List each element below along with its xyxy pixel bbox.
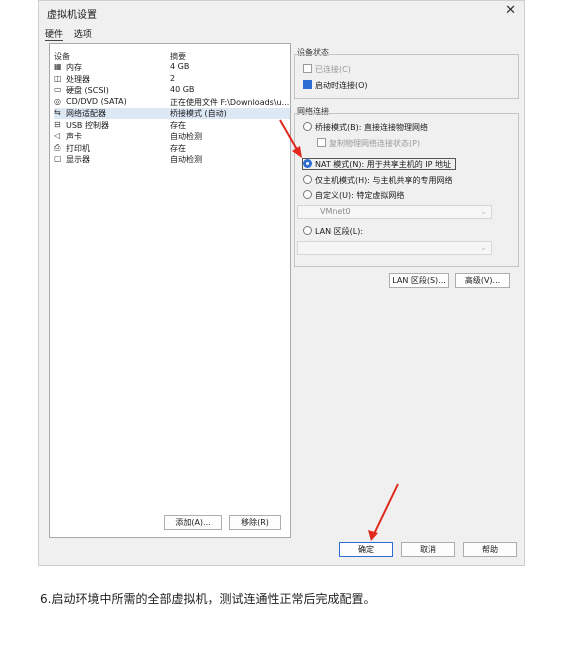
step-caption: 6.启动环境中所需的全部虚拟机，测试连通性正常后完成配置。 (40, 592, 376, 606)
ok-arrow-icon (368, 483, 399, 541)
annotation-arrows (279, 119, 399, 541)
nat-arrow-icon (279, 119, 302, 158)
